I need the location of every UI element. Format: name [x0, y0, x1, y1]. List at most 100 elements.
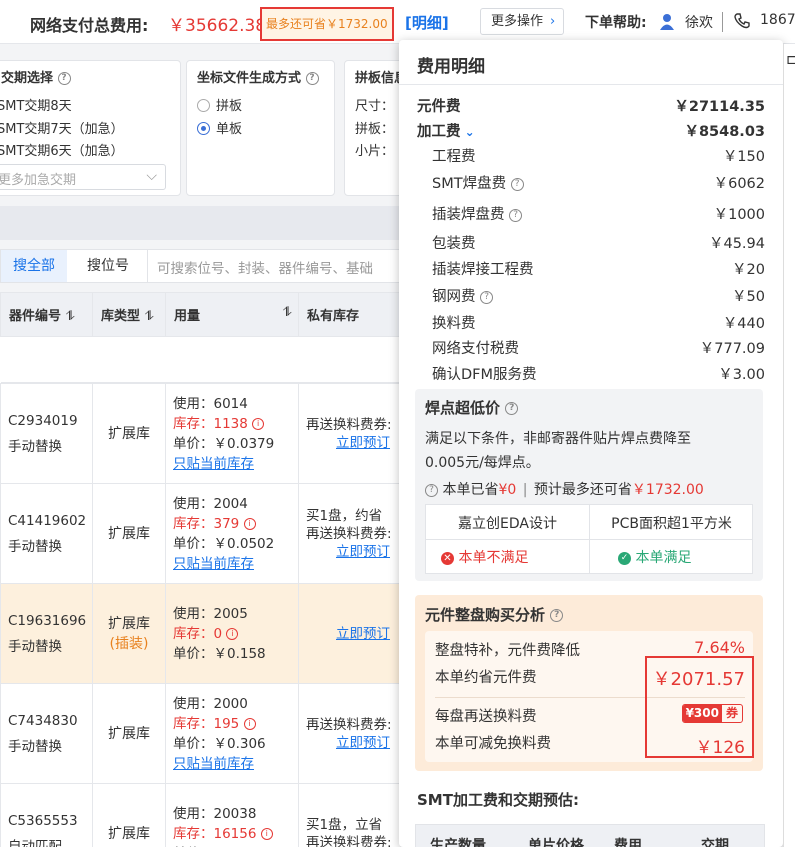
part-code[interactable]: C2934019 [8, 408, 92, 434]
info-icon[interactable]: i [243, 717, 256, 730]
smt-estimate-title: SMT加工费和交期预估: [417, 791, 579, 809]
sort-icon[interactable]: ⥮ [66, 309, 75, 324]
chevron-down-icon: ⌵ [146, 168, 157, 184]
table-row: C5365553 自动匹配 扩展库 使用：20038 库存：16156 i 单价：￥0.0… [0, 783, 400, 847]
unit-price: 单价：￥0.0502 [173, 535, 275, 552]
chevron-down-icon[interactable]: ⌄ [461, 125, 475, 139]
usage: 使用：20038 [173, 805, 257, 822]
info-icon[interactable]: i [260, 827, 273, 840]
stock: 库存：195 [173, 715, 240, 732]
chevron-right-icon: › [550, 14, 556, 29]
preorder-link[interactable]: 立即预订 [306, 434, 400, 452]
popup-title: 费用明细 [417, 57, 485, 77]
radio-icon [197, 99, 210, 112]
process-item-row: 工程费 ￥150 [432, 149, 765, 165]
process-item-row: SMT焊盘费 ? ￥6062 [432, 176, 765, 192]
condition-pcb-area: PCB面积超1平方米 [611, 516, 732, 532]
usage: 使用：2000 [173, 695, 248, 712]
solder-title: 焊点超低价 [425, 399, 501, 417]
part-code[interactable]: C19631696 [8, 608, 92, 634]
radio-checked-icon [197, 122, 210, 135]
radio-panelize[interactable]: 拼板 [197, 95, 242, 114]
info-icon[interactable]: i [226, 627, 239, 640]
help-icon[interactable]: ? [480, 290, 494, 304]
search-input[interactable]: 可搜索位号、封装、器件编号、基础 [147, 250, 401, 282]
lib-type: 扩展库 [108, 525, 150, 542]
info-icon[interactable]: i [252, 417, 265, 430]
smt-estimate-table: 生产数量 单片价格 费用 交期 [415, 824, 765, 847]
delivery-option[interactable]: SMT交期7天（加急） [0, 118, 124, 137]
col-header-code[interactable]: 器件编号 ⥮ [0, 292, 93, 337]
stock: 库存：379 [173, 515, 240, 532]
help-icon[interactable]: ? [425, 483, 438, 497]
only-current-stock-link[interactable]: 只贴当前库存 [173, 454, 298, 474]
unit-price: 单价：￥0.306 [173, 735, 266, 752]
stock: 库存：1138 [173, 415, 248, 432]
help-icon[interactable]: ? [509, 208, 523, 222]
lib-type: 扩展库 [108, 825, 150, 842]
stock: 库存：0 [173, 625, 223, 642]
sort-icon[interactable]: ⥮ [145, 309, 154, 324]
lib-type: 扩展库 [108, 725, 150, 742]
coord-title: 坐标文件生成方式 [197, 71, 302, 86]
coord-panel: 坐标文件生成方式 ? 拼板 单板 [186, 60, 335, 196]
reel-title: 元件整盘购买分析 [425, 606, 546, 624]
section-divider [0, 206, 400, 240]
match-mode: 手动替换 [8, 538, 62, 555]
col-header-usage[interactable]: 用量 ⥮ [165, 292, 299, 337]
col-header-lib[interactable]: 库类型 ⥮ [92, 292, 166, 337]
only-current-stock-link[interactable]: 只贴当前库存 [173, 754, 298, 774]
process-item-row: 钢网费 ? ￥50 [432, 289, 765, 305]
background-page-edge [783, 44, 795, 847]
preorder-link[interactable]: 立即预订 [306, 543, 400, 561]
help-icon[interactable]: ? [510, 177, 524, 191]
info-icon[interactable]: i [243, 517, 256, 530]
condition-eda: 嘉立创EDA设计 [458, 516, 557, 532]
table-row: C41419602 手动替换 扩展库 使用：2004 库存：379 i 单价：￥0.050… [0, 483, 400, 584]
cost-detail-popup: 费用明细 元件费 ￥27114.35 加工费 ⌄ ￥8548.03 工程费 ￥150 S… [399, 40, 783, 847]
usage: 使用：6014 [173, 395, 248, 412]
solder-savings-line: ? 本单已省¥0 | 预计最多还可省￥1732.00 [425, 479, 704, 499]
match-mode: 手动替换 [8, 738, 62, 755]
process-item-row: 插装焊盘费 ? ￥1000 [432, 207, 765, 223]
phone-number: 1867 [760, 12, 795, 28]
part-code[interactable]: C41419602 [8, 508, 92, 534]
process-item-row: 网络支付税费 ￥777.09 [432, 341, 765, 357]
search-bar: 搜全部 搜位号 可搜索位号、封装、器件编号、基础 [0, 249, 400, 283]
divider [722, 12, 723, 32]
sort-icon[interactable]: ⥮ [283, 305, 292, 320]
status-met: ✓ 本单满足 [618, 547, 691, 567]
tab-search-position[interactable]: 搜位号 [75, 250, 141, 282]
table-row: C7434830 手动替换 扩展库 使用：2000 库存：195 i 单价：￥0.306 只… [0, 683, 400, 784]
more-ops-button[interactable]: 更多操作 › [480, 8, 564, 35]
col-header-private-stock: 私有库存 [298, 292, 400, 337]
delivery-option[interactable]: SMT交期8天 [0, 95, 72, 114]
process-fee-row[interactable]: 加工费 ⌄ ￥8548.03 [399, 117, 783, 141]
delivery-option[interactable]: SMT交期6天（加急） [0, 140, 124, 159]
save-badge[interactable]: 最多还可省￥1732.00 [260, 7, 394, 41]
total-value: ￥35662.38 [168, 16, 267, 36]
delivery-panel: 交期选择 ? SMT交期8天 SMT交期7天（加急） SMT交期6天（加急） 更… [0, 60, 181, 196]
tab-search-all[interactable]: 搜全部 [1, 250, 67, 282]
preorder-link[interactable]: 立即预订 [306, 625, 400, 643]
only-current-stock-link[interactable]: 只贴当前库存 [173, 554, 298, 574]
help-icon[interactable]: ? [505, 402, 519, 415]
help-icon[interactable]: ? [550, 609, 564, 622]
help-label: 下单帮助: [585, 15, 647, 31]
part-code[interactable]: C7434830 [8, 708, 92, 734]
part-code[interactable]: C5365553 [8, 808, 92, 834]
process-item-row: 换料费 ￥440 [432, 316, 765, 332]
close-icon[interactable]: ⊏ [786, 52, 795, 68]
detail-link[interactable]: [明细] [405, 12, 449, 33]
user-icon [660, 13, 674, 31]
preorder-link[interactable]: 立即预订 [306, 734, 400, 752]
unit-price: 单价：￥0.158 [173, 645, 266, 662]
lib-type: 扩展库 [108, 615, 150, 632]
process-item-row: 确认DFM服务费 ￥3.00 [432, 367, 765, 383]
user-name[interactable]: 徐欢 [685, 12, 713, 32]
help-icon[interactable]: ? [305, 72, 319, 85]
divider [399, 84, 783, 85]
urgent-delivery-select[interactable]: 更多加急交期 ⌵ [0, 164, 166, 190]
help-icon[interactable]: ? [57, 72, 71, 85]
radio-single[interactable]: 单板 [197, 118, 242, 137]
